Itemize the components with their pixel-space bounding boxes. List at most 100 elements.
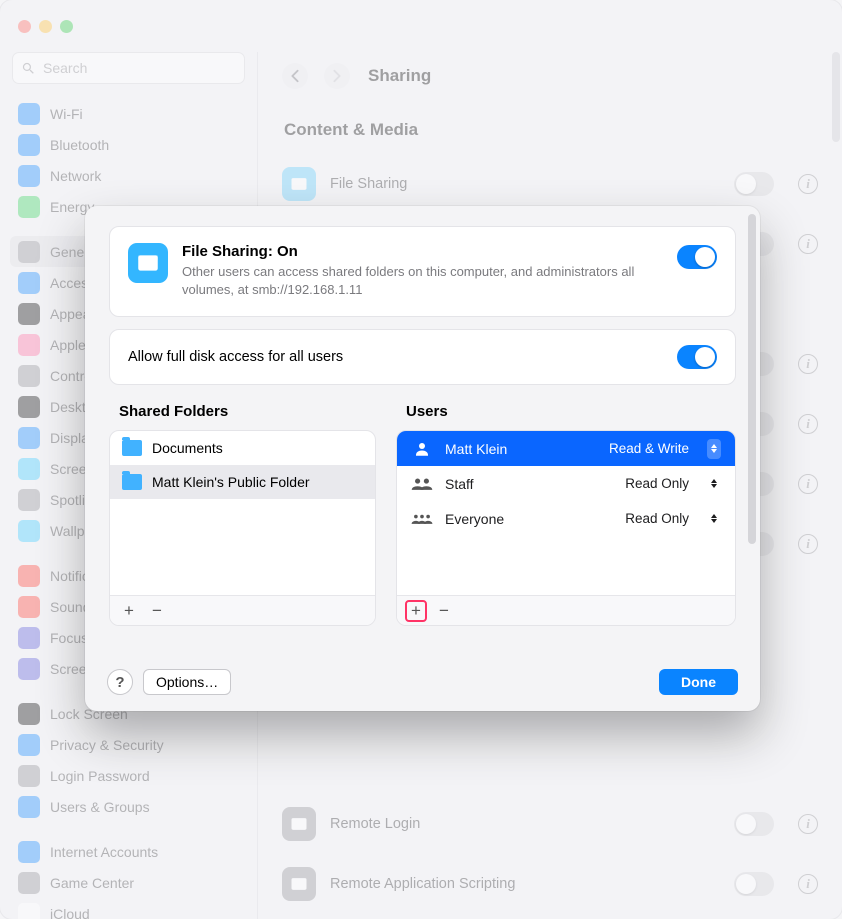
users-list: Matt KleinRead & WriteStaffRead OnlyEver… <box>396 430 736 626</box>
sidebar-item[interactable]: Privacy & Security <box>10 729 247 760</box>
sidebar-item[interactable]: Network <box>10 160 247 191</box>
sidebar-item-label: Wi-Fi <box>50 106 83 122</box>
close-window-button[interactable] <box>18 20 31 33</box>
sidebar-item[interactable]: Bluetooth <box>10 129 247 160</box>
user-item[interactable]: Everyone Read Only <box>397 501 735 536</box>
row-label: File Sharing <box>330 176 720 192</box>
user-icon <box>411 476 433 492</box>
sidebar-item-label: Internet Accounts <box>50 844 158 860</box>
sidebar-item-icon <box>18 303 40 325</box>
remove-user-button[interactable]: − <box>433 600 455 622</box>
user-permission: Read Only <box>625 511 689 526</box>
folder-label: Documents <box>152 440 223 456</box>
row-toggle[interactable] <box>734 172 774 196</box>
help-button[interactable]: ? <box>107 669 133 695</box>
sidebar-item[interactable]: Game Center <box>10 867 247 898</box>
user-item[interactable]: StaffRead Only <box>397 466 735 501</box>
users-title: Users <box>406 403 736 420</box>
options-button[interactable]: Options… <box>143 669 231 695</box>
info-icon[interactable]: i <box>798 534 818 554</box>
folder-item[interactable]: Matt Klein's Public Folder <box>110 465 375 499</box>
shared-folders-list: Documents Matt Klein's Public Folder + − <box>109 430 376 626</box>
folder-icon <box>122 474 142 490</box>
sidebar-item-icon <box>18 427 40 449</box>
sidebar-item-icon <box>18 841 40 863</box>
minimize-window-button[interactable] <box>39 20 52 33</box>
sidebar-item-icon <box>18 627 40 649</box>
remove-folder-button[interactable]: − <box>146 600 168 622</box>
sidebar-item-label: iCloud <box>50 906 90 919</box>
add-folder-button[interactable]: + <box>118 600 140 622</box>
settings-row[interactable]: File Sharing i <box>282 154 818 214</box>
info-icon[interactable]: i <box>798 474 818 494</box>
settings-row[interactable]: Remote Application Scriptingi <box>282 854 818 914</box>
sidebar-item-icon <box>18 489 40 511</box>
sidebar-item-icon <box>18 458 40 480</box>
sidebar-item-icon <box>18 272 40 294</box>
file-sharing-toggle[interactable] <box>677 245 717 269</box>
info-icon[interactable]: i <box>798 874 818 894</box>
sidebar-item-icon <box>18 134 40 156</box>
user-name: Everyone <box>445 511 613 527</box>
folder-item[interactable]: Documents <box>110 431 375 465</box>
info-icon[interactable]: i <box>798 414 818 434</box>
permission-stepper[interactable] <box>707 474 721 494</box>
add-user-button[interactable]: + <box>405 600 427 622</box>
info-icon[interactable]: i <box>798 174 818 194</box>
sidebar-item-icon <box>18 903 40 919</box>
users-panel: Users Matt KleinRead & WriteStaffRead On… <box>396 403 736 626</box>
sidebar-item[interactable]: iCloud <box>10 898 247 919</box>
allow-full-disk-row: Allow full disk access for all users <box>109 329 736 385</box>
zoom-window-button[interactable] <box>60 20 73 33</box>
permission-stepper[interactable] <box>707 509 721 529</box>
search-icon <box>21 61 36 76</box>
row-icon <box>282 867 316 901</box>
row-toggle[interactable] <box>734 872 774 896</box>
user-item[interactable]: Matt KleinRead & Write <box>397 431 735 466</box>
folder-label: Matt Klein's Public Folder <box>152 474 310 490</box>
sidebar-item-label: Privacy & Security <box>50 737 164 753</box>
search-input[interactable]: Search <box>12 52 245 84</box>
sidebar-item-icon <box>18 872 40 894</box>
row-icon <box>282 167 316 201</box>
sidebar-item-icon <box>18 596 40 618</box>
sidebar-item[interactable]: Login Password <box>10 760 247 791</box>
forward-button[interactable] <box>324 63 350 89</box>
sidebar-item-label: Users & Groups <box>50 799 150 815</box>
sidebar-item-icon <box>18 734 40 756</box>
sidebar-item-icon <box>18 196 40 218</box>
shared-folders-panel: Shared Folders Documents Matt Klein's Pub… <box>109 403 376 626</box>
info-icon[interactable]: i <box>798 814 818 834</box>
modal-scrollbar[interactable] <box>748 214 756 544</box>
user-name: Staff <box>445 476 613 492</box>
allow-full-disk-toggle[interactable] <box>677 345 717 369</box>
sidebar-item[interactable]: Users & Groups <box>10 791 247 822</box>
back-button[interactable] <box>282 63 308 89</box>
user-name: Matt Klein <box>445 441 597 457</box>
sidebar-item-icon <box>18 765 40 787</box>
folder-icon <box>122 440 142 456</box>
done-button[interactable]: Done <box>659 669 738 695</box>
row-icon <box>282 807 316 841</box>
sidebar-item-icon <box>18 565 40 587</box>
sidebar-item[interactable]: Wi-Fi <box>10 98 247 129</box>
sidebar-item[interactable]: Internet Accounts <box>10 836 247 867</box>
sidebar-item-label: Bluetooth <box>50 137 109 153</box>
sidebar-item-label: Focus <box>50 630 88 646</box>
sidebar-item-icon <box>18 396 40 418</box>
content-scrollbar[interactable] <box>832 52 840 142</box>
shared-folders-title: Shared Folders <box>119 403 376 420</box>
sidebar-item-label: Login Password <box>50 768 150 784</box>
file-sharing-header-card: File Sharing: On Other users can access … <box>109 226 736 317</box>
settings-row[interactable]: Remote Logini <box>282 794 818 854</box>
row-toggle[interactable] <box>734 812 774 836</box>
permission-stepper[interactable] <box>707 439 721 459</box>
sidebar-item-icon <box>18 241 40 263</box>
info-icon[interactable]: i <box>798 234 818 254</box>
user-icon <box>411 511 433 527</box>
info-icon[interactable]: i <box>798 354 818 374</box>
page-title: Sharing <box>368 66 431 86</box>
sidebar-item-label: Game Center <box>50 875 134 891</box>
traffic-lights <box>18 20 73 33</box>
section-heading: Content & Media <box>284 120 818 140</box>
